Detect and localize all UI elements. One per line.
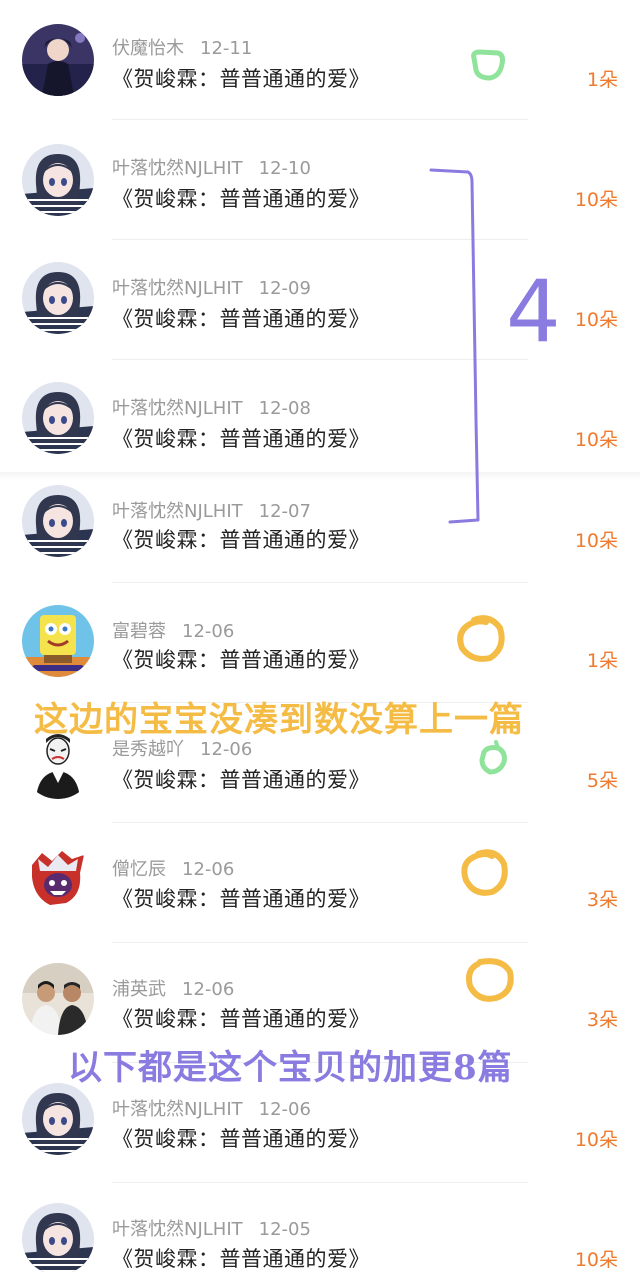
avatar-red-character[interactable]	[22, 845, 94, 917]
list-item[interactable]: 伏魔怡木 12-11 《贺峻霖：普普通通的爱》 1朵	[0, 0, 640, 120]
flower-count: 3朵	[586, 1009, 618, 1031]
avatar-anime-girl[interactable]	[22, 1203, 94, 1272]
item-meta: 伏魔怡木 12-11	[112, 34, 252, 60]
avatar-anime-girl[interactable]	[22, 1083, 94, 1155]
avatar-anime-girl[interactable]	[22, 485, 94, 557]
user-name[interactable]: 叶落忱然NJLHIT	[112, 398, 243, 419]
item-title[interactable]: 《贺峻霖：普普通通的爱》	[112, 644, 370, 674]
avatar-anime-girl[interactable]	[22, 382, 94, 454]
flower-count: 1朵	[586, 69, 618, 91]
item-meta: 叶落忱然NJLHIT 12-07	[112, 497, 311, 523]
user-name[interactable]: 叶落忱然NJLHIT	[112, 1099, 243, 1120]
item-title[interactable]: 《贺峻霖：普普通通的爱》	[112, 524, 370, 554]
item-title[interactable]: 《贺峻霖：普普通通的爱》	[112, 183, 370, 213]
item-date: 12-11	[200, 38, 253, 59]
flower-count: 10朵	[574, 429, 618, 451]
list-item[interactable]: 浦英武 12-06 《贺峻霖：普普通通的爱》 3朵	[0, 943, 640, 1063]
list-item[interactable]: 富碧蓉 12-06 《贺峻霖：普普通通的爱》 1朵	[0, 583, 640, 703]
user-name[interactable]: 浦英武	[112, 979, 166, 1000]
avatar-two-people[interactable]	[22, 963, 94, 1035]
item-date: 12-06	[182, 979, 235, 1000]
item-title[interactable]: 《贺峻霖：普普通通的爱》	[112, 1243, 370, 1272]
list-item[interactable]: 叶落忱然NJLHIT 12-10 《贺峻霖：普普通通的爱》 10朵	[0, 120, 640, 240]
flower-count: 5朵	[586, 770, 618, 792]
item-date: 12-07	[258, 501, 311, 522]
user-name[interactable]: 叶落忱然NJLHIT	[112, 1219, 243, 1240]
item-title[interactable]: 《贺峻霖：普普通通的爱》	[112, 764, 370, 794]
user-name[interactable]: 是秀越吖	[112, 739, 184, 760]
avatar-sponge[interactable]	[22, 605, 94, 677]
item-date: 12-06	[258, 1099, 311, 1120]
flower-count: 3朵	[586, 889, 618, 911]
user-name[interactable]: 伏魔怡木	[112, 38, 184, 59]
item-title[interactable]: 《贺峻霖：普普通通的爱》	[112, 883, 370, 913]
item-title[interactable]: 《贺峻霖：普普通通的爱》	[112, 303, 370, 333]
user-name[interactable]: 僧忆辰	[112, 859, 166, 880]
item-title[interactable]: 《贺峻霖：普普通通的爱》	[112, 63, 370, 93]
list-item[interactable]: 叶落忱然NJLHIT 12-05 《贺峻霖：普普通通的爱》 10朵	[0, 1183, 640, 1272]
item-title[interactable]: 《贺峻霖：普普通通的爱》	[112, 1123, 370, 1153]
item-meta: 僧忆辰 12-06	[112, 855, 234, 881]
item-date: 12-06	[182, 859, 235, 880]
item-title[interactable]: 《贺峻霖：普普通通的爱》	[112, 423, 370, 453]
flower-count: 1朵	[586, 650, 618, 672]
item-meta: 叶落忱然NJLHIT 12-05	[112, 1215, 311, 1241]
user-name[interactable]: 叶落忱然NJLHIT	[112, 158, 243, 179]
flower-count: 10朵	[574, 189, 618, 211]
item-date: 12-08	[258, 398, 311, 419]
list-item[interactable]: 叶落忱然NJLHIT 12-08 《贺峻霖：普普通通的爱》 10朵	[0, 360, 640, 480]
item-date: 12-10	[258, 158, 311, 179]
item-meta: 叶落忱然NJLHIT 12-09	[112, 274, 311, 300]
list-item[interactable]: 叶落忱然NJLHIT 12-09 《贺峻霖：普普通通的爱》 10朵	[0, 240, 640, 360]
flower-count: 10朵	[574, 309, 618, 331]
avatar-anime-girl[interactable]	[22, 262, 94, 334]
item-date: 12-09	[258, 278, 311, 299]
item-meta: 叶落忱然NJLHIT 12-08	[112, 394, 311, 420]
item-meta: 浦英武 12-06	[112, 975, 234, 1001]
item-date: 12-05	[258, 1219, 311, 1240]
flower-count: 10朵	[574, 1129, 618, 1151]
flower-count: 10朵	[574, 530, 618, 552]
user-name[interactable]: 叶落忱然NJLHIT	[112, 501, 243, 522]
list-item[interactable]: 叶落忱然NJLHIT 12-06 《贺峻霖：普普通通的爱》 10朵	[0, 1063, 640, 1183]
avatar-anime-girl[interactable]	[22, 144, 94, 216]
avatar-dark-anime[interactable]	[22, 24, 94, 96]
item-meta: 是秀越吖 12-06	[112, 735, 252, 761]
item-date: 12-06	[182, 621, 235, 642]
item-title[interactable]: 《贺峻霖：普普通通的爱》	[112, 1003, 370, 1033]
item-meta: 叶落忱然NJLHIT 12-06	[112, 1095, 311, 1121]
user-name[interactable]: 富碧蓉	[112, 621, 166, 642]
gift-record-list: 伏魔怡木 12-11 《贺峻霖：普普通通的爱》 1朵 叶落忱然NJLHIT 12-1…	[0, 0, 640, 1272]
flower-count: 10朵	[574, 1249, 618, 1271]
list-item[interactable]: 僧忆辰 12-06 《贺峻霖：普普通通的爱》 3朵	[0, 823, 640, 943]
item-meta: 富碧蓉 12-06	[112, 617, 234, 643]
list-item[interactable]: 是秀越吖 12-06 《贺峻霖：普普通通的爱》 5朵	[0, 703, 640, 823]
list-item[interactable]: 叶落忱然NJLHIT 12-07 《贺峻霖：普普通通的爱》 10朵	[0, 463, 640, 583]
user-name[interactable]: 叶落忱然NJLHIT	[112, 278, 243, 299]
item-date: 12-06	[200, 739, 253, 760]
avatar-masked-man[interactable]	[22, 727, 94, 799]
item-meta: 叶落忱然NJLHIT 12-10	[112, 154, 311, 180]
